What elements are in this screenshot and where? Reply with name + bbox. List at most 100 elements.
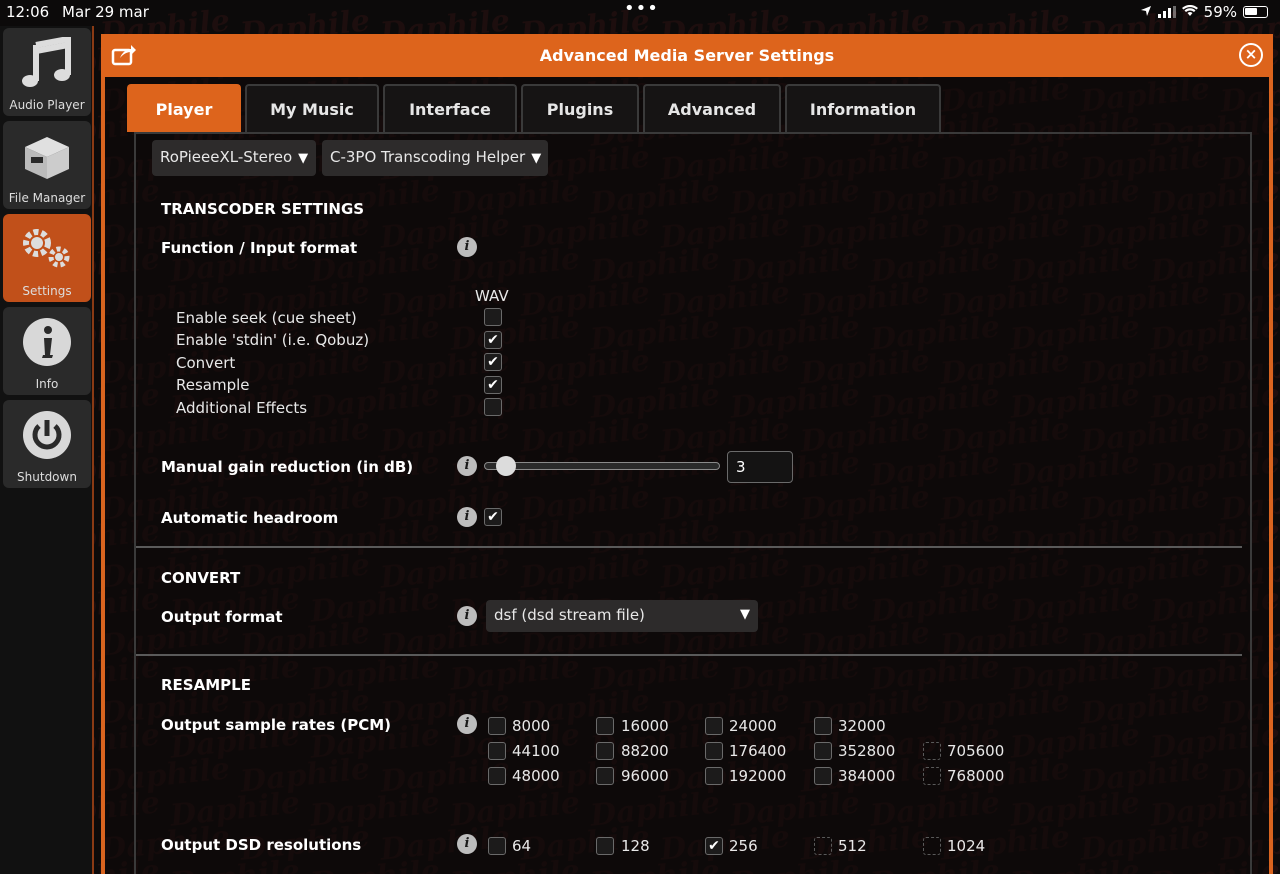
- rate-label: 44100: [512, 742, 560, 760]
- rate-label: 176400: [729, 742, 787, 760]
- output-format-select[interactable]: dsf (dsd stream file) ▼: [486, 600, 758, 632]
- rate-label: 192000: [729, 767, 787, 785]
- option-label: Resample: [176, 376, 250, 394]
- dsd-label-value: 128: [621, 837, 650, 855]
- output-format-value: dsf (dsd stream file): [494, 606, 645, 624]
- wifi-icon: [1181, 3, 1198, 21]
- dsd-checkbox[interactable]: [596, 837, 614, 855]
- pcm-rates-label: Output sample rates (PCM): [161, 716, 392, 734]
- sidebar-item-shutdown[interactable]: Shutdown: [3, 400, 91, 488]
- tab-interface[interactable]: Interface: [383, 84, 517, 132]
- dsd-label: Output DSD resolutions: [161, 836, 362, 854]
- rate-label: 384000: [838, 767, 896, 785]
- music-note-icon: [22, 28, 72, 98]
- info-icon[interactable]: i: [457, 714, 477, 734]
- info-icon: [22, 307, 72, 377]
- gain-slider-handle[interactable]: [496, 456, 516, 476]
- info-icon[interactable]: i: [457, 237, 477, 257]
- option-label: Convert: [176, 354, 236, 372]
- rate-checkbox[interactable]: [596, 717, 614, 735]
- section-divider: [136, 654, 1242, 656]
- info-icon[interactable]: i: [457, 606, 477, 626]
- dialog-header: Advanced Media Server Settings ×: [101, 34, 1273, 77]
- caret-down-icon: ▼: [298, 151, 309, 166]
- battery-icon: [1243, 6, 1268, 18]
- rate-checkbox[interactable]: [705, 742, 723, 760]
- resample-checkbox[interactable]: ✔: [484, 376, 502, 394]
- transcoder-heading: TRANSCODER SETTINGS: [161, 200, 365, 218]
- tab-advanced[interactable]: Advanced: [643, 84, 781, 132]
- player-select[interactable]: RoPieeeXL-Stereo ▼: [152, 140, 316, 176]
- sidebar-item-file-manager[interactable]: File Manager: [3, 121, 91, 209]
- tab-plugins[interactable]: Plugins: [521, 84, 639, 132]
- rate-checkbox-disabled: [923, 742, 941, 760]
- rate-checkbox[interactable]: [488, 717, 506, 735]
- sidebar-item-info[interactable]: Info: [3, 307, 91, 395]
- rate-checkbox[interactable]: [814, 742, 832, 760]
- dsd-label-value: 512: [838, 837, 867, 855]
- sidebar-item-settings[interactable]: Settings: [3, 214, 91, 302]
- plugin-select[interactable]: C-3PO Transcoding Helper ▼: [322, 140, 548, 176]
- rate-checkbox[interactable]: [488, 767, 506, 785]
- rate-checkbox[interactable]: [705, 767, 723, 785]
- dsd-checkbox-disabled: [923, 837, 941, 855]
- settings-dialog: Advanced Media Server Settings × Player …: [101, 34, 1273, 874]
- dsd-label-value: 256: [729, 837, 758, 855]
- sidebar-item-audio-player[interactable]: Audio Player: [3, 28, 91, 116]
- sidebar-label: Audio Player: [9, 98, 85, 112]
- sidebar: Audio Player File Manager Settings Info …: [0, 26, 94, 874]
- rate-label: 96000: [621, 767, 669, 785]
- info-icon[interactable]: i: [457, 456, 477, 476]
- caret-down-icon: ▼: [531, 151, 542, 166]
- headroom-checkbox[interactable]: ✔: [484, 508, 502, 526]
- rate-label: 24000: [729, 717, 777, 735]
- additional-effects-checkbox[interactable]: [484, 398, 502, 416]
- rate-checkbox[interactable]: [596, 742, 614, 760]
- tab-information[interactable]: Information: [785, 84, 941, 132]
- dialog-title: Advanced Media Server Settings: [539, 46, 835, 65]
- rate-label: 705600: [947, 742, 1005, 760]
- option-label: Enable 'stdin' (i.e. Qobuz): [176, 331, 370, 349]
- rate-label: 32000: [838, 717, 886, 735]
- plugin-select-value: C-3PO Transcoding Helper: [330, 148, 526, 166]
- status-date: Mar 29 mar: [62, 3, 149, 21]
- rate-checkbox[interactable]: [488, 742, 506, 760]
- function-label: Function / Input format: [161, 239, 358, 257]
- rate-checkbox[interactable]: [705, 717, 723, 735]
- rate-checkbox-disabled: [923, 767, 941, 785]
- gain-slider[interactable]: [484, 462, 720, 470]
- dsd-label-value: 1024: [947, 837, 986, 855]
- sidebar-label: Shutdown: [17, 470, 77, 484]
- rate-checkbox[interactable]: [814, 767, 832, 785]
- close-icon[interactable]: ×: [1239, 43, 1263, 67]
- section-divider: [136, 546, 1242, 548]
- output-format-label: Output format: [161, 608, 283, 626]
- multitask-dots-icon[interactable]: •••: [624, 0, 659, 19]
- status-time: 12:06: [6, 3, 50, 21]
- tab-player[interactable]: Player: [127, 84, 241, 132]
- option-label: Additional Effects: [176, 399, 308, 417]
- sidebar-label: File Manager: [8, 191, 86, 205]
- enable-seek-checkbox[interactable]: [484, 308, 502, 326]
- enable-stdin-checkbox[interactable]: ✔: [484, 331, 502, 349]
- dsd-checkbox[interactable]: [488, 837, 506, 855]
- dsd-checkbox-disabled: [814, 837, 832, 855]
- info-icon[interactable]: i: [457, 834, 477, 854]
- rate-label: 8000: [512, 717, 551, 735]
- resample-heading: RESAMPLE: [161, 676, 251, 694]
- wav-column-header: WAV: [475, 287, 509, 305]
- option-label: Enable seek (cue sheet): [176, 309, 357, 327]
- rate-checkbox[interactable]: [814, 717, 832, 735]
- location-icon: [1140, 3, 1152, 21]
- tab-my-music[interactable]: My Music: [245, 84, 379, 132]
- dsd-checkbox[interactable]: ✔: [705, 837, 723, 855]
- info-icon[interactable]: i: [457, 507, 477, 527]
- convert-checkbox[interactable]: ✔: [484, 353, 502, 371]
- gain-input[interactable]: 3: [727, 451, 793, 483]
- rate-label: 16000: [621, 717, 669, 735]
- battery-percent: 59%: [1203, 3, 1237, 21]
- power-icon: [22, 400, 72, 470]
- rate-checkbox[interactable]: [596, 767, 614, 785]
- headroom-label: Automatic headroom: [161, 509, 339, 527]
- rate-label: 768000: [947, 767, 1005, 785]
